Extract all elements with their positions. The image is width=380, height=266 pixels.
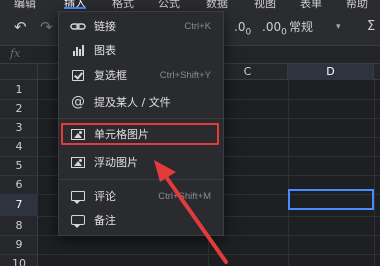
menu-item-label: 提及某人 / 文件 — [94, 96, 171, 109]
grid-line — [38, 254, 380, 255]
chevron-down-icon[interactable]: ▾ — [336, 19, 341, 35]
number-format-select[interactable]: 常规 — [289, 19, 313, 35]
decrease-decimal-sub: 0 — [245, 27, 252, 38]
menu-form[interactable]: 表单 — [300, 0, 322, 9]
menu-separator — [59, 118, 223, 119]
row-header-7[interactable]: 7 — [0, 194, 38, 216]
link-icon — [70, 19, 86, 34]
menu-format[interactable]: 格式 — [112, 0, 134, 9]
menu-item-label: 图表 — [94, 44, 116, 57]
fx-icon: fx — [10, 47, 21, 60]
note-icon — [70, 213, 86, 228]
grid-line — [374, 80, 375, 266]
menu-item-shortcut: Ctrl+Shift+Y — [159, 70, 211, 81]
row-header-column: 1 2 3 4 5 6 7 8 9 10 — [0, 80, 38, 266]
comment-icon — [70, 189, 86, 204]
menu-bar: 编辑 插入 格式 公式 数据 视图 表单 帮助 — [0, 0, 380, 9]
decrease-decimal-button[interactable]: .00 — [234, 19, 251, 40]
sum-icon[interactable]: Σ — [367, 19, 375, 35]
menu-item-chart[interactable]: 图表 — [59, 40, 223, 61]
chart-icon — [70, 43, 86, 58]
menu-help[interactable]: 帮助 — [346, 0, 368, 9]
menu-item-shortcut: Ctrl+K — [184, 21, 211, 32]
row-header-5[interactable]: 5 — [0, 156, 38, 176]
at-icon: @ — [71, 94, 85, 110]
row-header-1[interactable]: 1 — [0, 80, 38, 100]
menu-item-label: 浮动图片 — [94, 156, 138, 169]
menu-data[interactable]: 数据 — [206, 0, 228, 9]
menu-item-checkbox[interactable]: 复选框 Ctrl+Shift+Y — [59, 65, 223, 86]
increase-decimal-label: .00 — [262, 20, 282, 34]
menu-item-label: 链接 — [94, 20, 116, 33]
row-header-6[interactable]: 6 — [0, 175, 38, 195]
menu-separator — [59, 179, 223, 180]
increase-decimal-button[interactable]: .000 — [262, 19, 287, 40]
menu-view[interactable]: 视图 — [254, 0, 276, 9]
insert-menu-dropdown: 链接 Ctrl+K 图表 复选框 Ctrl+Shift+Y @ 提及某人 / 文… — [58, 11, 224, 236]
row-header-4[interactable]: 4 — [0, 137, 38, 157]
checkbox-icon — [70, 68, 86, 83]
selected-cell-d7[interactable] — [288, 189, 374, 210]
row-header-3[interactable]: 3 — [0, 118, 38, 138]
increase-decimal-sub: 0 — [281, 27, 287, 38]
row-header-2[interactable]: 2 — [0, 99, 38, 119]
row-header-9[interactable]: 9 — [0, 235, 38, 255]
decrease-decimal-label: .0 — [234, 20, 246, 34]
undo-icon[interactable]: ↶ — [14, 19, 27, 35]
float-image-icon — [70, 155, 86, 170]
annotation-highlight-box — [61, 123, 219, 145]
row-header-8[interactable]: 8 — [0, 216, 38, 236]
menu-item-note[interactable]: 备注 — [59, 210, 223, 231]
column-header-d[interactable]: D — [288, 64, 374, 80]
menu-item-link[interactable]: 链接 Ctrl+K — [59, 16, 223, 37]
redo-icon[interactable]: ↷ — [40, 19, 53, 35]
menu-formula[interactable]: 公式 — [158, 0, 180, 9]
menu-item-float-image[interactable]: 浮动图片 — [59, 152, 223, 173]
menu-item-mention[interactable]: @ 提及某人 / 文件 — [59, 92, 223, 113]
select-all-corner[interactable] — [0, 64, 38, 80]
row-header-10[interactable]: 10 — [0, 254, 38, 266]
menu-item-label: 复选框 — [94, 69, 127, 82]
menu-item-label: 评论 — [94, 190, 116, 203]
grid-line — [288, 80, 289, 266]
column-header-e[interactable] — [374, 64, 380, 80]
menu-edit[interactable]: 编辑 — [14, 0, 36, 9]
menu-item-shortcut: Ctrl+Shift+M — [158, 191, 211, 202]
menu-item-comment[interactable]: 评论 Ctrl+Shift+M — [59, 186, 223, 207]
menu-item-label: 备注 — [94, 214, 116, 227]
